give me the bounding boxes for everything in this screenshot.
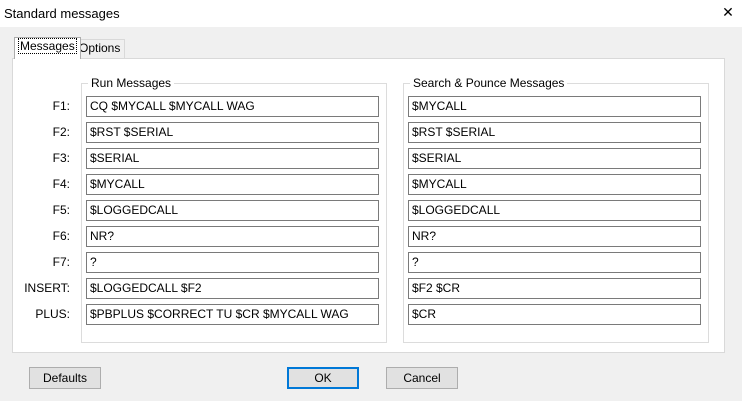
tab-messages-label: Messages xyxy=(18,38,77,54)
run-message-field[interactable]: $MYCALL xyxy=(86,174,379,195)
run-message-field[interactable]: $SERIAL xyxy=(86,148,379,169)
tab-options-label: Options xyxy=(79,41,121,55)
row-key-label: F1: xyxy=(52,99,70,113)
sp-message-field[interactable]: $LOGGEDCALL xyxy=(408,200,701,221)
tab-options[interactable]: Options xyxy=(74,39,126,58)
run-message-field[interactable]: $LOGGEDCALL $F2 xyxy=(86,278,379,299)
row-key-label: F2: xyxy=(52,125,70,139)
cancel-button[interactable]: Cancel xyxy=(386,367,458,389)
sp-message-field[interactable]: $F2 $CR xyxy=(408,278,701,299)
row-key-label: F5: xyxy=(52,203,70,217)
sp-message-field[interactable]: $SERIAL xyxy=(408,148,701,169)
row-key-label: F4: xyxy=(52,177,70,191)
title-bar: Standard messages ✕ xyxy=(0,0,742,27)
row-key-label: F6: xyxy=(52,229,70,243)
ok-button[interactable]: OK xyxy=(287,367,359,389)
sp-messages-title: Search & Pounce Messages xyxy=(410,76,568,90)
sp-message-field[interactable]: $CR xyxy=(408,304,701,325)
tab-messages[interactable]: Messages xyxy=(14,37,81,59)
sp-message-field[interactable]: NR? xyxy=(408,226,701,247)
sp-message-field[interactable]: ? xyxy=(408,252,701,273)
row-key-label: PLUS: xyxy=(35,307,70,321)
run-message-field[interactable]: ? xyxy=(86,252,379,273)
row-key-label: INSERT: xyxy=(24,281,70,295)
run-message-field[interactable]: $RST $SERIAL xyxy=(86,122,379,143)
run-message-field[interactable]: $LOGGEDCALL xyxy=(86,200,379,221)
run-message-field[interactable]: NR? xyxy=(86,226,379,247)
sp-message-field[interactable]: $MYCALL xyxy=(408,96,701,117)
run-message-field[interactable]: $PBPLUS $CORRECT TU $CR $MYCALL WAG xyxy=(86,304,379,325)
run-messages-title: Run Messages xyxy=(88,76,175,90)
row-key-label: F7: xyxy=(52,255,70,269)
sp-message-field[interactable]: $MYCALL xyxy=(408,174,701,195)
run-message-field[interactable]: CQ $MYCALL $MYCALL WAG xyxy=(86,96,379,117)
defaults-button[interactable]: Defaults xyxy=(29,367,101,389)
sp-message-field[interactable]: $RST $SERIAL xyxy=(408,122,701,143)
close-icon[interactable]: ✕ xyxy=(718,3,738,23)
window-title: Standard messages xyxy=(4,6,120,21)
row-key-label: F3: xyxy=(52,151,70,165)
